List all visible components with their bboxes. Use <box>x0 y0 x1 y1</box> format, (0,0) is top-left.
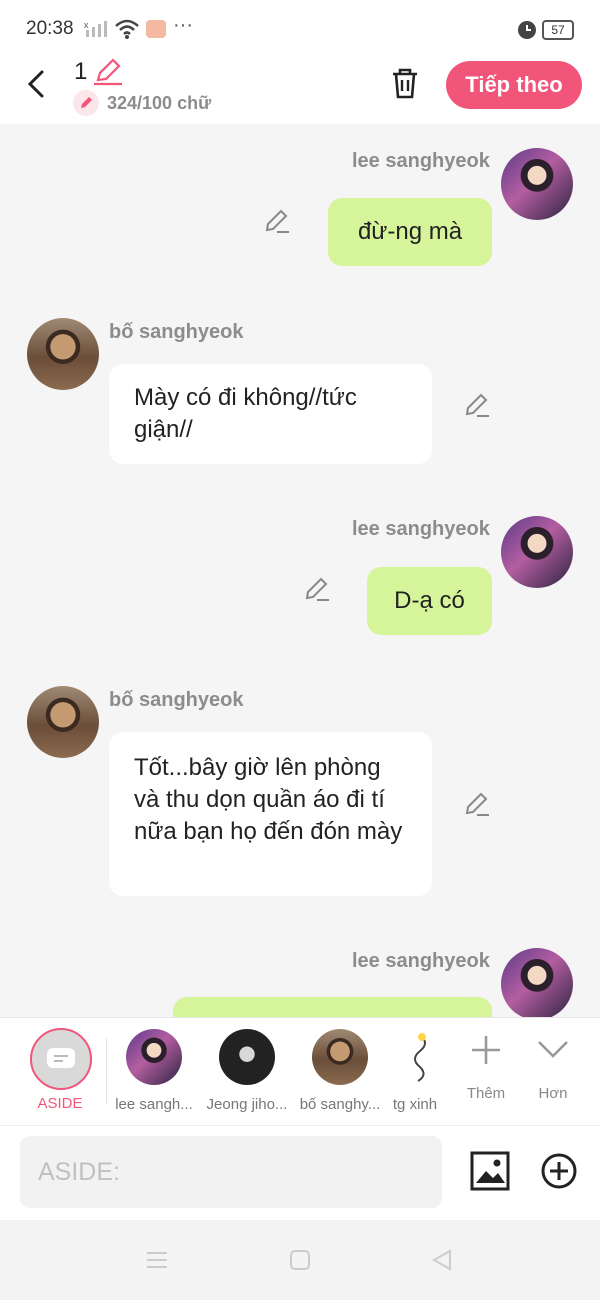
menu-icon[interactable] <box>145 1250 169 1270</box>
aside-label: ASIDE <box>37 1095 83 1112</box>
character-picker: ASIDE lee sangh... Jeong jiho... bố sang… <box>0 1017 600 1126</box>
sender-name: lee sanghyeok <box>352 518 490 540</box>
edit-message-icon[interactable] <box>263 208 291 236</box>
message-bubble[interactable]: Tốt...bây giờ lên phòng và thu dọn quần … <box>109 732 432 896</box>
aside-button[interactable] <box>30 1028 92 1090</box>
more-label: Hơn <box>538 1085 568 1102</box>
status-time: 20:38 <box>26 18 74 39</box>
message-bubble[interactable]: đừ-ng mà <box>328 198 492 266</box>
word-count: 324/100 chữ <box>107 93 212 113</box>
add-character-icon[interactable] <box>470 1034 502 1066</box>
message-input[interactable] <box>20 1136 442 1208</box>
character-avatar-dad[interactable] <box>312 1029 368 1085</box>
avatar <box>501 516 573 588</box>
divider <box>106 1038 107 1104</box>
word-count-pen-icon <box>73 90 99 116</box>
system-nav-bar <box>0 1220 600 1300</box>
chat-area: lee sanghyeok đừ-ng mà bố sanghyeok Mày … <box>0 124 600 1017</box>
sender-name: bố sanghyeok <box>109 321 244 343</box>
sender-name: lee sanghyeok <box>352 150 490 172</box>
character-avatar-tg[interactable] <box>402 1029 438 1085</box>
character-label: Jeong jiho... <box>206 1096 288 1113</box>
image-icon[interactable] <box>470 1151 510 1191</box>
battery-icon: 57 <box>542 20 574 40</box>
avatar <box>27 318 99 390</box>
add-label: Thêm <box>466 1085 506 1102</box>
wifi-icon <box>115 19 139 39</box>
avatar <box>27 686 99 758</box>
sender-name: lee sanghyeok <box>352 950 490 972</box>
next-button[interactable]: Tiếp theo <box>446 61 582 109</box>
character-label: lee sangh... <box>115 1096 193 1113</box>
sender-name: bố sanghyeok <box>109 689 244 711</box>
message-text: D-ạ có <box>394 587 465 614</box>
message-text: Mày có đi không//tức giận// <box>134 384 357 443</box>
edit-title-icon[interactable] <box>92 58 124 86</box>
message-bubble[interactable] <box>173 997 492 1017</box>
home-icon[interactable] <box>289 1249 311 1271</box>
back-nav-icon[interactable] <box>430 1249 454 1271</box>
character-avatar-lee[interactable] <box>126 1029 182 1085</box>
edit-message-icon[interactable] <box>463 392 491 420</box>
episode-number: 1 <box>74 58 88 85</box>
character-avatar-jeong[interactable] <box>219 1029 275 1085</box>
alarm-icon <box>518 21 536 39</box>
avatar <box>501 148 573 220</box>
editor-header: 1 324/100 chữ Tiếp theo <box>0 58 600 124</box>
message-bubble[interactable]: D-ạ có <box>367 567 492 635</box>
message-bubble[interactable]: Mày có đi không//tức giận// <box>109 364 432 464</box>
app-notification-icon <box>146 20 166 38</box>
add-circle-icon[interactable] <box>540 1152 578 1190</box>
character-label: tg xinh <box>392 1096 438 1113</box>
signal-muted-icon: x <box>84 20 107 37</box>
aside-chat-icon <box>47 1048 75 1068</box>
message-text: Tốt...bây giờ lên phòng và thu dọn quần … <box>134 754 403 845</box>
trash-icon[interactable] <box>388 66 422 100</box>
svg-text:x: x <box>84 20 89 30</box>
message-text: đừ-ng mà <box>357 218 463 245</box>
chevron-down-icon[interactable] <box>537 1038 569 1062</box>
status-bar: 20:38 x ··· 57 <box>0 0 600 58</box>
back-icon[interactable] <box>24 68 52 100</box>
edit-message-icon[interactable] <box>303 576 331 604</box>
battery-level: 57 <box>551 23 565 37</box>
avatar <box>501 948 573 1017</box>
more-dots-icon: ··· <box>173 14 193 36</box>
edit-message-icon[interactable] <box>463 791 491 819</box>
